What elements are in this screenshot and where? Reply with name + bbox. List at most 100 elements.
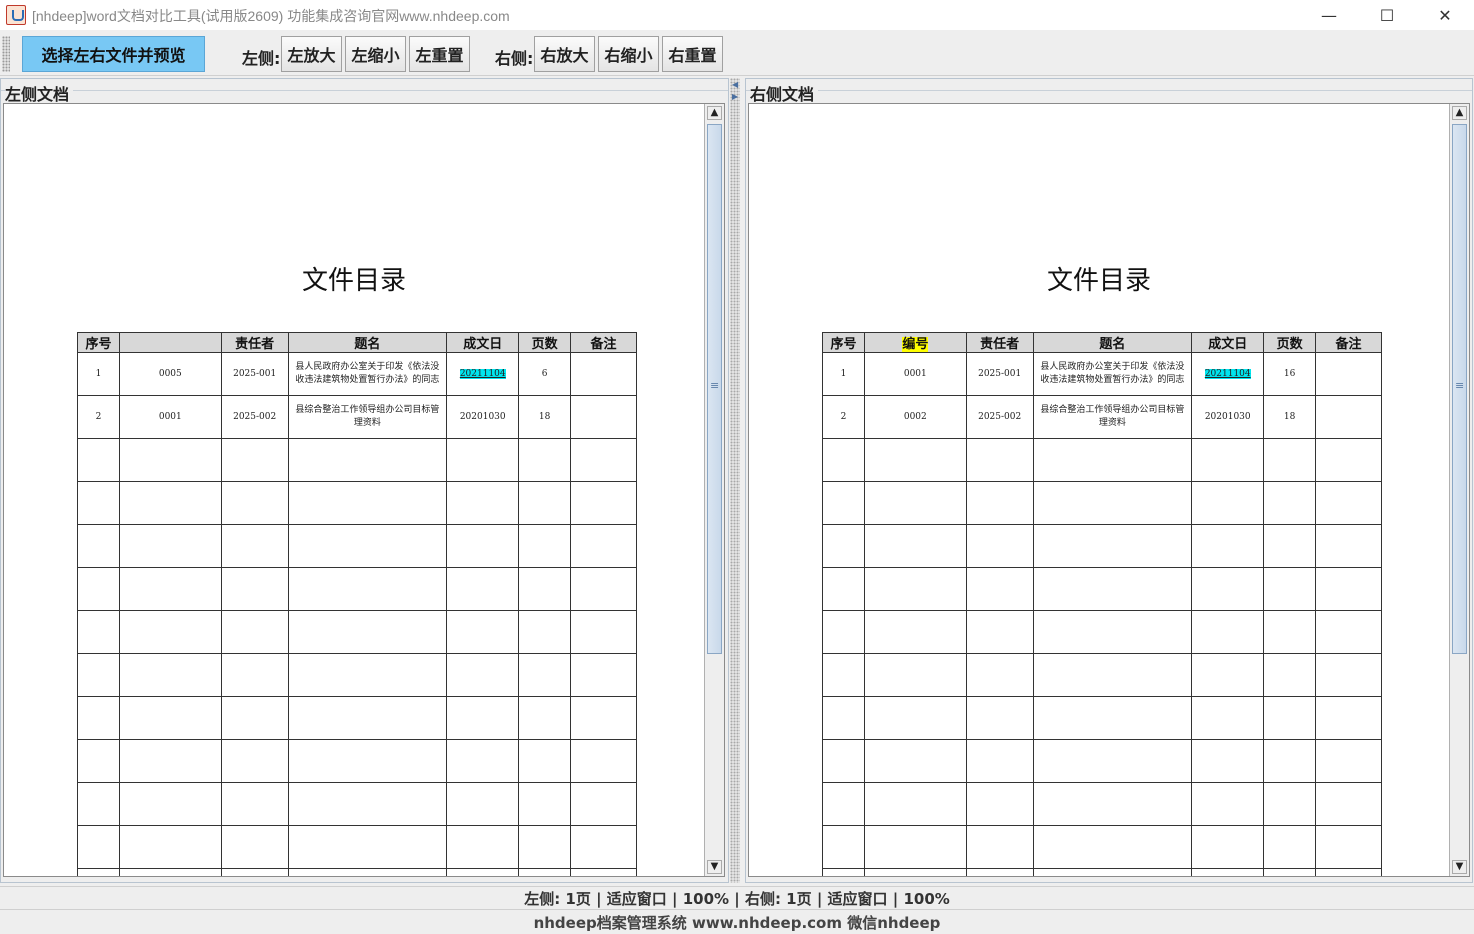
empty-cell [220,825,289,869]
empty-cell [863,567,967,611]
empty-cell [77,739,120,783]
right-zoom-in-button[interactable]: 右放大 [534,36,595,72]
empty-table-row [822,868,1382,876]
empty-table-row [77,868,637,876]
empty-cell [863,610,967,654]
cell-seq: 1 [77,352,120,396]
empty-cell [1032,653,1193,697]
empty-cell [77,524,120,568]
empty-cell [1032,782,1193,826]
empty-cell [518,653,572,697]
empty-cell [220,739,289,783]
select-files-button[interactable]: 选择左右文件并预览 [22,36,205,72]
split-pane-divider[interactable]: ◀ ▶ [730,78,740,883]
empty-cell [287,653,448,697]
left-doc-table: 序号 责任者 题名 成文日 页数 备注 1 0005 2025-001 县人民政… [77,332,637,876]
empty-cell [1315,610,1382,654]
table-row: 1 0005 2025-001 县人民政府办公室关于印发《依法没收违法建筑物处置… [77,352,637,396]
empty-cell [570,438,637,482]
expand-right-icon[interactable]: ▶ [732,92,738,101]
col-header-seq: 序号 [822,332,865,353]
empty-cell [446,739,520,783]
empty-cell [1191,481,1265,525]
maximize-button[interactable]: ☐ [1358,0,1416,30]
empty-table-row [77,782,637,826]
scroll-up-icon[interactable]: ▲ [1452,106,1467,120]
scroll-up-icon[interactable]: ▲ [707,106,722,120]
empty-cell [220,524,289,568]
empty-cell [77,868,120,876]
diff-highlight: 20211104 [459,368,506,379]
empty-cell [1032,610,1193,654]
empty-cell [1263,696,1317,740]
empty-cell [1263,610,1317,654]
empty-cell [965,610,1034,654]
empty-cell [1315,739,1382,783]
right-reset-button[interactable]: 右重置 [662,36,723,72]
empty-cell [1315,696,1382,740]
empty-cell [570,868,637,876]
empty-cell [822,739,865,783]
empty-cell [118,868,222,876]
empty-cell [570,481,637,525]
right-document-viewport[interactable]: 文件目录 序号 编号 责任者 题名 成文日 页数 备注 1 0001 2025-… [748,103,1470,877]
empty-cell [518,739,572,783]
empty-cell [220,438,289,482]
empty-cell [220,653,289,697]
empty-cell [446,868,520,876]
empty-cell [446,610,520,654]
empty-table-row [822,524,1382,568]
empty-cell [965,825,1034,869]
empty-cell [518,481,572,525]
collapse-left-icon[interactable]: ◀ [732,80,738,89]
left-document-viewport[interactable]: 文件目录 序号 责任者 题名 成文日 页数 备注 1 0005 2025-001 [3,103,725,877]
empty-table-row [822,825,1382,869]
empty-cell [446,524,520,568]
scroll-thumb[interactable] [1452,124,1467,654]
empty-cell [822,610,865,654]
empty-cell [518,438,572,482]
empty-cell [446,653,520,697]
right-zoom-out-button[interactable]: 右缩小 [598,36,659,72]
empty-cell [1191,782,1265,826]
empty-cell [965,782,1034,826]
scroll-down-icon[interactable]: ▼ [1452,860,1467,874]
status-bar: 左侧: 1页 | 适应窗口 | 100% | 右侧: 1页 | 适应窗口 | 1… [0,886,1474,910]
empty-cell [220,567,289,611]
empty-cell [1191,825,1265,869]
empty-cell [118,567,222,611]
left-reset-button[interactable]: 左重置 [409,36,470,72]
empty-cell [220,610,289,654]
empty-table-row [77,481,637,525]
empty-table-row [822,653,1382,697]
empty-cell [287,524,448,568]
empty-cell [220,868,289,876]
empty-cell [1032,739,1193,783]
col-header-responsible: 责任者 [220,332,289,353]
col-header-number [118,332,222,353]
empty-cell [570,739,637,783]
empty-cell [570,610,637,654]
left-zoom-in-button[interactable]: 左放大 [281,36,342,72]
java-app-icon [6,5,26,25]
scroll-down-icon[interactable]: ▼ [707,860,722,874]
left-vertical-scrollbar[interactable]: ▲ ▼ [704,104,724,876]
close-button[interactable]: ✕ [1416,0,1474,30]
col-header-notes: 备注 [570,332,637,353]
cell-seq: 2 [77,395,120,439]
empty-table-row [77,524,637,568]
empty-table-row [822,481,1382,525]
minimize-button[interactable]: — [1300,0,1358,30]
empty-cell [1315,481,1382,525]
cell-pages: 18 [518,395,572,439]
empty-table-row [77,567,637,611]
scroll-thumb[interactable] [707,124,722,654]
empty-cell [118,524,222,568]
empty-cell [863,739,967,783]
left-zoom-out-button[interactable]: 左缩小 [345,36,406,72]
right-vertical-scrollbar[interactable]: ▲ ▼ [1449,104,1469,876]
empty-cell [1191,739,1265,783]
toolbar-grip-icon[interactable] [2,36,10,72]
empty-cell [570,524,637,568]
empty-cell [446,567,520,611]
